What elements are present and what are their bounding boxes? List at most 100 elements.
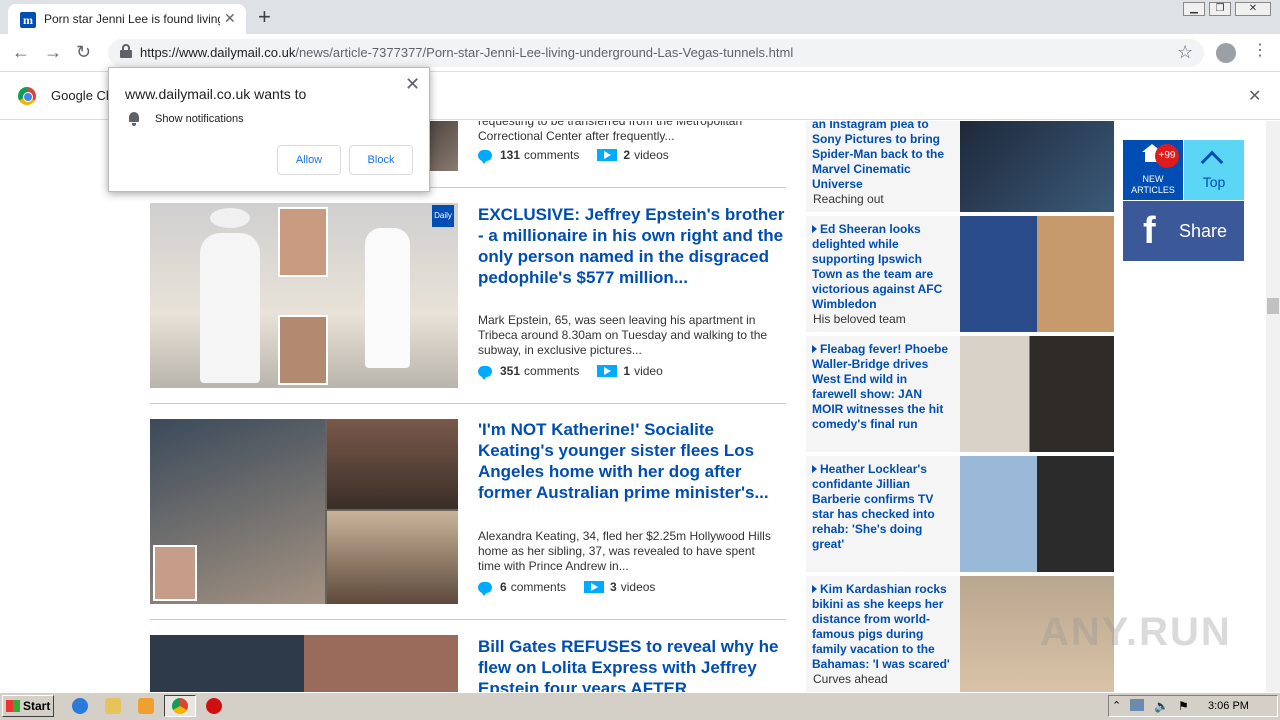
sidebar-item-title-text[interactable]: Fleabag fever! Phoebe Waller-Bridge driv… xyxy=(812,342,948,431)
sidebar-item-subtitle: His beloved team xyxy=(813,312,906,326)
article-image[interactable]: Daily xyxy=(150,203,458,388)
video-icon xyxy=(597,365,618,377)
comment-count[interactable]: 6 xyxy=(500,580,507,594)
sidebar-item-image[interactable] xyxy=(960,336,1114,452)
article-headline[interactable]: EXCLUSIVE: Jeffrey Epstein's brother - a… xyxy=(478,204,786,288)
comments-icon xyxy=(478,149,492,164)
sidebar-item[interactable]: Fleabag fever! Phoebe Waller-Bridge driv… xyxy=(806,336,1114,452)
article-image[interactable] xyxy=(150,419,458,604)
folder-icon[interactable] xyxy=(105,698,121,714)
videos-label[interactable]: videos xyxy=(621,580,656,594)
new-articles-badge: +99 xyxy=(1155,144,1179,168)
comments-label[interactable]: comments xyxy=(524,148,579,162)
lock-icon[interactable] xyxy=(120,44,132,58)
minimize-button[interactable]: ▁ xyxy=(1183,2,1205,16)
arrow-icon xyxy=(812,585,817,593)
sidebar-item-title[interactable]: Fleabag fever! Phoebe Waller-Bridge driv… xyxy=(812,342,954,432)
sidebar-item-title-text[interactable]: Ed Sheeran looks delighted while support… xyxy=(812,222,942,311)
chrome-logo-icon xyxy=(18,87,36,105)
bookmark-star-icon[interactable]: ☆ xyxy=(1177,42,1193,63)
new-tab-button[interactable]: + xyxy=(258,4,271,30)
block-button[interactable]: Block xyxy=(349,145,413,175)
video-icon xyxy=(597,149,618,161)
popup-permission-text: Show notifications xyxy=(155,113,244,125)
windows-logo-icon xyxy=(6,700,20,712)
sidebar-item-title[interactable]: Kim Kardashian rocks bikini as she keeps… xyxy=(812,582,954,672)
sidebar-item-title[interactable]: an Instagram plea to Sony Pictures to br… xyxy=(812,121,954,192)
flag-icon[interactable]: ⚑ xyxy=(1178,699,1189,713)
popup-close-icon[interactable]: ✕ xyxy=(405,74,420,95)
sidebar-item[interactable]: Heather Locklear's confidante Jillian Ba… xyxy=(806,456,1114,572)
sidebar-item-title[interactable]: Heather Locklear's confidante Jillian Ba… xyxy=(812,462,954,552)
new-articles-label: NEW ARTICLES xyxy=(1131,174,1175,195)
start-label: Start xyxy=(23,699,51,713)
sidebar-item-subtitle: Curves ahead xyxy=(813,672,888,686)
tab-title: Porn star Jenni Lee is found living in xyxy=(44,12,220,26)
facebook-share-button[interactable]: f Share xyxy=(1123,201,1244,261)
back-icon[interactable]: ← xyxy=(12,42,30,62)
media-player-icon[interactable] xyxy=(138,698,154,714)
infobar-text: Google Ch xyxy=(51,88,114,103)
comment-count[interactable]: 351 xyxy=(500,364,520,378)
sidebar-item-image[interactable] xyxy=(960,456,1114,572)
comments-label[interactable]: comments xyxy=(511,580,566,594)
sidebar-item-subtitle: Reaching out xyxy=(813,192,884,206)
browser-tab[interactable]: m Porn star Jenni Lee is found living in… xyxy=(8,4,246,34)
page-scrollbar[interactable] xyxy=(1266,121,1280,692)
tab-close-icon[interactable]: ✕ xyxy=(224,10,236,27)
scrollbar-thumb[interactable] xyxy=(1267,298,1279,314)
url-text[interactable]: https://www.dailymail.co.uk/news/article… xyxy=(140,45,793,60)
video-count[interactable]: 1 xyxy=(623,364,630,378)
url-host: https://www.dailymail.co.uk xyxy=(140,45,296,60)
article-meta: 6 comments 3 videos xyxy=(478,580,656,596)
url-path: /news/article-7377377/Porn-star-Jenni-Le… xyxy=(295,45,794,60)
sidebar-item[interactable]: an Instagram plea to Sony Pictures to br… xyxy=(806,121,1114,212)
profile-avatar[interactable] xyxy=(1216,43,1236,63)
page-content: requesting to be transferred from the Me… xyxy=(0,121,1266,692)
sidebar-item-title[interactable]: Ed Sheeran looks delighted while support… xyxy=(812,222,954,312)
new-articles-button[interactable]: +99 NEW ARTICLES xyxy=(1123,140,1183,200)
restore-button[interactable]: ❐ xyxy=(1209,2,1231,16)
comment-count[interactable]: 131 xyxy=(500,148,520,162)
top-button[interactable]: Top xyxy=(1184,140,1244,200)
article-meta: 351 comments 1 video xyxy=(478,364,663,380)
chrome-taskbar-button[interactable] xyxy=(164,695,196,717)
notification-permission-popup: www.dailymail.co.uk wants to ✕ Show noti… xyxy=(108,67,430,192)
video-count[interactable]: 2 xyxy=(623,148,630,162)
volume-icon[interactable]: 🔈 xyxy=(1154,699,1169,713)
taskbar-clock[interactable]: 3:06 PM xyxy=(1208,700,1249,712)
sidebar-item-title-text[interactable]: Heather Locklear's confidante Jillian Ba… xyxy=(812,462,935,551)
tray-expand-icon[interactable]: ⌃ xyxy=(1112,699,1121,712)
close-window-button[interactable]: ✕ xyxy=(1235,2,1271,16)
arrow-icon xyxy=(812,465,817,473)
article-description: Alexandra Keating, 34, fled her $2.25m H… xyxy=(478,529,771,573)
sidebar-item-image[interactable] xyxy=(960,216,1114,332)
alert-icon[interactable] xyxy=(206,698,222,714)
internet-explorer-icon[interactable] xyxy=(72,698,88,714)
video-count[interactable]: 3 xyxy=(610,580,617,594)
network-icon[interactable] xyxy=(1130,699,1144,711)
menu-icon[interactable]: ⋮ xyxy=(1252,42,1268,60)
chrome-icon xyxy=(172,698,188,714)
sidebar-item[interactable]: Ed Sheeran looks delighted while support… xyxy=(806,216,1114,332)
chevron-up-icon xyxy=(1200,150,1224,174)
article-description: Mark Epstein, 65, was seen leaving his a… xyxy=(478,313,768,357)
article-image[interactable] xyxy=(150,635,458,692)
divider xyxy=(150,403,786,404)
article-headline[interactable]: Bill Gates REFUSES to reveal why he flew… xyxy=(478,636,786,692)
popup-title: www.dailymail.co.uk wants to xyxy=(125,86,307,102)
start-button[interactable]: Start xyxy=(2,695,54,717)
infobar-close-icon[interactable]: ✕ xyxy=(1248,86,1261,106)
watermark: ANY.RUN xyxy=(1040,610,1232,654)
reload-icon[interactable]: ↻ xyxy=(76,42,91,62)
videos-label[interactable]: video xyxy=(634,364,663,378)
article-description: requesting to be transferred from the Me… xyxy=(478,121,743,143)
facebook-icon: f xyxy=(1143,210,1156,252)
allow-button[interactable]: Allow xyxy=(277,145,341,175)
forward-icon[interactable]: → xyxy=(44,42,62,62)
article-headline[interactable]: 'I'm NOT Katherine!' Socialite Keating's… xyxy=(478,419,786,503)
comments-label[interactable]: comments xyxy=(524,364,579,378)
sidebar-item-image[interactable] xyxy=(960,121,1114,212)
videos-label[interactable]: videos xyxy=(634,148,669,162)
sidebar-item-title-text[interactable]: Kim Kardashian rocks bikini as she keeps… xyxy=(812,582,950,671)
